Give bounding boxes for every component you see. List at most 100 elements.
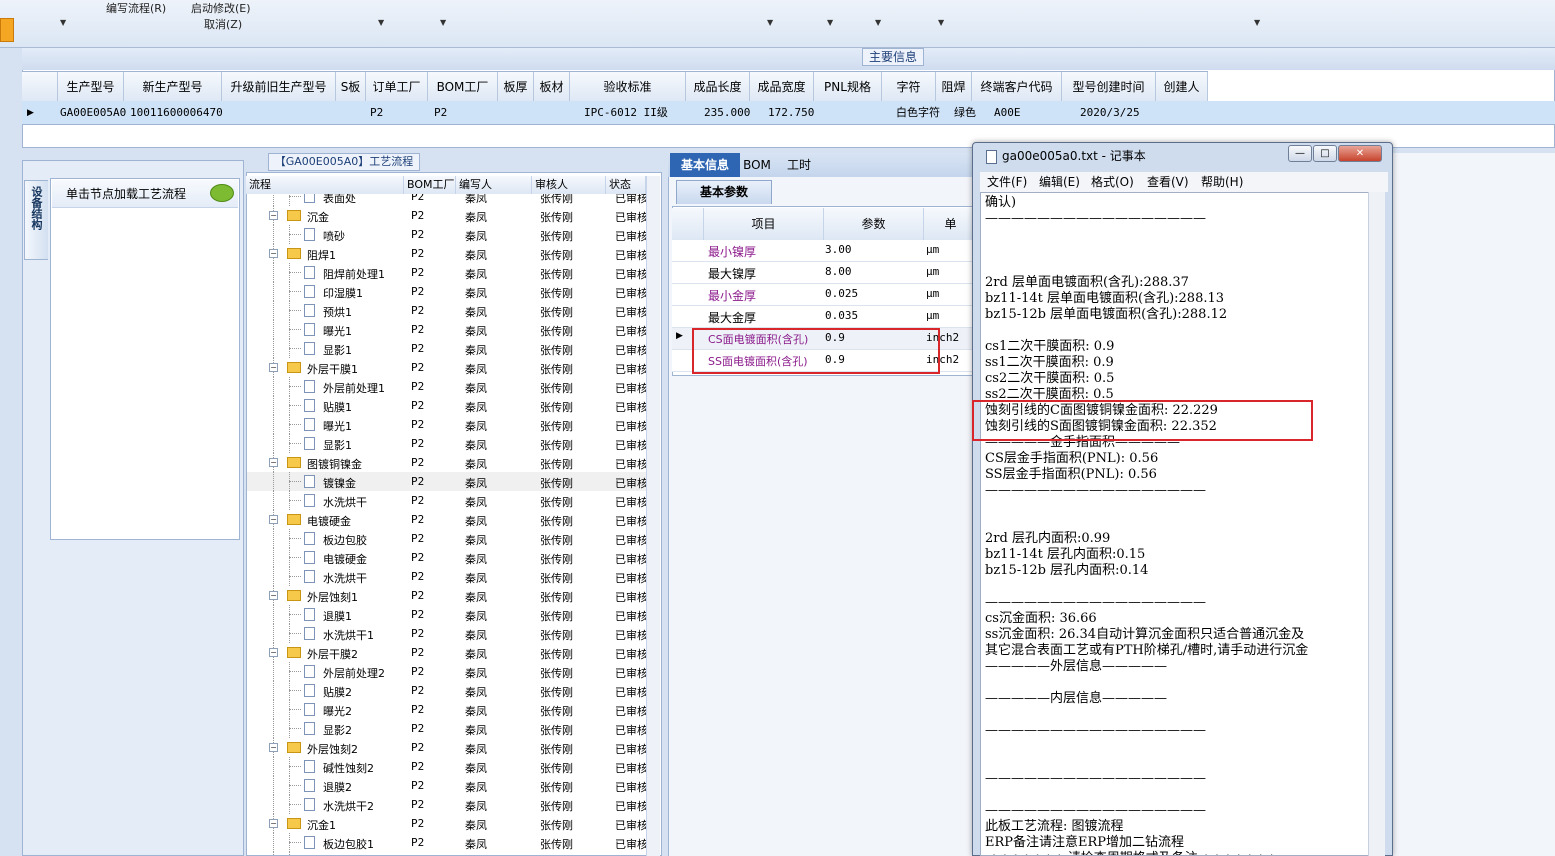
maximize-button[interactable]: □: [1313, 145, 1337, 162]
tree-row[interactable]: 预烘1 P2 秦凤 张传刚 已审核: [247, 301, 648, 320]
col-header[interactable]: S板: [336, 72, 366, 102]
cell-customer[interactable]: A00E: [994, 101, 1021, 125]
tree-row[interactable]: 显影1 P2 秦凤 张传刚 已审核: [247, 434, 648, 453]
tree-row[interactable]: 阻焊前处理1 P2 秦凤 张传刚 已审核: [247, 263, 648, 282]
col-header[interactable]: 阻焊: [936, 72, 972, 102]
dropdown-arrow-icon[interactable]: ▼: [60, 18, 66, 27]
cell-width[interactable]: 172.750: [768, 101, 814, 125]
tree-row[interactable]: 外层前处理1 P2 秦凤 张传刚 已审核: [247, 377, 648, 396]
tree-row[interactable]: 曝光1 P2 秦凤 张传刚 已审核: [247, 415, 648, 434]
cell-char[interactable]: 白色字符: [896, 101, 940, 125]
tree-row[interactable]: − 外层蚀刻2 P2 秦凤 张传刚 已审核: [247, 738, 648, 757]
param-col-header[interactable]: 单: [924, 208, 978, 240]
menu-start-modify[interactable]: 启动修改(E): [191, 0, 251, 16]
param-row[interactable]: 最小金厚 0.025 μm: [672, 284, 978, 306]
tree-row[interactable]: − 图镀铜镍金 P2 秦凤 张传刚 已审核: [247, 453, 648, 472]
tree-row[interactable]: − 外层蚀刻1 P2 秦凤 张传刚 已审核: [247, 586, 648, 605]
minimize-button[interactable]: —: [1288, 145, 1312, 162]
tree-row[interactable]: 镀镍金 P2 秦凤 张传刚 已审核: [247, 472, 648, 491]
cell-bom-factory[interactable]: P2: [434, 101, 447, 125]
param-col-header[interactable]: 项目: [704, 208, 824, 240]
tree-row[interactable]: 贴膜2 P2 秦凤 张传刚 已审核: [247, 681, 648, 700]
collapse-icon[interactable]: −: [269, 819, 278, 828]
tree-col-header[interactable]: 编写人: [456, 176, 532, 194]
tree-row[interactable]: 水洗烘干 P2 秦凤 张传刚 已审核: [247, 567, 648, 586]
col-header[interactable]: 创建人: [1156, 72, 1208, 102]
menu-edit[interactable]: 编辑(E): [1039, 172, 1080, 192]
dropdown-arrow-icon[interactable]: ▼: [938, 18, 944, 27]
collapse-icon[interactable]: −: [269, 363, 278, 372]
col-header[interactable]: 验收标准: [570, 72, 686, 102]
col-header[interactable]: 订单工厂: [366, 72, 428, 102]
cell-order-factory[interactable]: P2: [370, 101, 383, 125]
notepad-text-area[interactable]: 确认) ————————————————— 2rd 层单面电镀面积(含孔):288.…: [980, 192, 1369, 856]
collapse-icon[interactable]: −: [269, 211, 278, 220]
col-header[interactable]: 板厚: [498, 72, 534, 102]
tree-row[interactable]: 水洗烘干1 P2 秦凤 张传刚 已审核: [247, 624, 648, 643]
main-grid-row[interactable]: ▶ GA00E005A0 10011600006470 P2 P2 IPC-60…: [22, 101, 1555, 125]
tree-row[interactable]: − 电镀硬金 P2 秦凤 张传刚 已审核: [247, 510, 648, 529]
cell-length[interactable]: 235.000: [704, 101, 750, 125]
tree-col-header[interactable]: 审核人: [532, 176, 606, 194]
tree-row[interactable]: 退膜2 P2 秦凤 张传刚 已审核: [247, 776, 648, 795]
cell-prod-model[interactable]: GA00E005A0: [60, 101, 126, 125]
tab-basic-info[interactable]: 基本信息: [670, 153, 740, 177]
tree-row[interactable]: 外层前处理2 P2 秦凤 张传刚 已审核: [247, 662, 648, 681]
tree-row[interactable]: 退膜1 P2 秦凤 张传刚 已审核: [247, 605, 648, 624]
tab-bom[interactable]: BOM: [740, 153, 774, 177]
dropdown-arrow-icon[interactable]: ▼: [440, 18, 446, 27]
tree-row[interactable]: 喷砂 P2 秦凤 张传刚 已审核: [247, 225, 648, 244]
col-header[interactable]: 升级前旧生产型号: [222, 72, 336, 102]
tree-row[interactable]: − 阻焊1 P2 秦凤 张传刚 已审核: [247, 244, 648, 263]
collapse-icon[interactable]: −: [269, 458, 278, 467]
tree-col-header[interactable]: 流程: [246, 176, 404, 194]
col-header[interactable]: 板材: [534, 72, 570, 102]
cell-mask[interactable]: 绿色: [954, 101, 976, 125]
menu-help[interactable]: 帮助(H): [1201, 172, 1243, 192]
tree-row[interactable]: 板边包胶 P2 秦凤 张传刚 已审核: [247, 529, 648, 548]
collapse-icon[interactable]: −: [269, 648, 278, 657]
dropdown-arrow-icon[interactable]: ▼: [767, 18, 773, 27]
chat-bubble-icon[interactable]: [210, 184, 234, 202]
col-header[interactable]: 新生产型号: [124, 72, 222, 102]
tree-row[interactable]: − 外层干膜1 P2 秦凤 张传刚 已审核: [247, 358, 648, 377]
tab-hours[interactable]: 工时: [780, 153, 818, 177]
col-header[interactable]: PNL规格: [814, 72, 882, 102]
cell-created[interactable]: 2020/3/25: [1080, 101, 1140, 125]
cell-new-model[interactable]: 10011600006470: [130, 101, 223, 125]
close-button[interactable]: ✕: [1338, 145, 1382, 162]
tree-row[interactable]: 显影1 P2 秦凤 张传刚 已审核: [247, 339, 648, 358]
notepad-scrollbar[interactable]: [1368, 192, 1385, 856]
tree-row[interactable]: − 外层干膜2 P2 秦凤 张传刚 已审核: [247, 643, 648, 662]
tree-row[interactable]: − 沉金 P2 秦凤 张传刚 已审核: [247, 206, 648, 225]
tree-col-header[interactable]: 状态: [606, 176, 646, 194]
tree-row[interactable]: 曝光2 P2 秦凤 张传刚 已审核: [247, 700, 648, 719]
menu-cancel[interactable]: 取消(Z): [204, 16, 242, 32]
param-row[interactable]: 最大镍厚 8.00 μm: [672, 262, 978, 284]
col-header[interactable]: 生产型号: [58, 72, 124, 102]
collapse-icon[interactable]: −: [269, 515, 278, 524]
tree-row[interactable]: 曝光1 P2 秦凤 张传刚 已审核: [247, 320, 648, 339]
param-col-header[interactable]: 参数: [824, 208, 924, 240]
menu-format[interactable]: 格式(O): [1091, 172, 1134, 192]
dropdown-arrow-icon[interactable]: ▼: [875, 18, 881, 27]
param-row[interactable]: 最小镍厚 3.00 μm: [672, 240, 978, 262]
tree-row[interactable]: 水洗烘干 P2 秦凤 张传刚 已审核: [247, 491, 648, 510]
menu-view[interactable]: 查看(V): [1147, 172, 1189, 192]
cell-standard[interactable]: IPC-6012 II级: [584, 101, 668, 125]
menu-file[interactable]: 文件(F): [987, 172, 1027, 192]
tree-col-header[interactable]: BOM工厂: [404, 176, 456, 194]
collapse-icon[interactable]: −: [269, 591, 278, 600]
col-header[interactable]: 成品宽度: [750, 72, 814, 102]
dropdown-arrow-icon[interactable]: ▼: [1254, 18, 1260, 27]
col-header[interactable]: 型号创建时间: [1062, 72, 1156, 102]
collapse-icon[interactable]: −: [269, 743, 278, 752]
tree-row[interactable]: 显影2 P2 秦凤 张传刚 已审核: [247, 719, 648, 738]
tree-row[interactable]: − 沉金1 P2 秦凤 张传刚 已审核: [247, 814, 648, 833]
tree-row[interactable]: 板边包胶1 P2 秦凤 张传刚 已审核: [247, 833, 648, 852]
tree-scrollbar[interactable]: [646, 176, 660, 856]
tree-row[interactable]: 水洗烘干2 P2 秦凤 张传刚 已审核: [247, 795, 648, 814]
col-header[interactable]: 字符: [882, 72, 936, 102]
param-row[interactable]: 最大金厚 0.035 μm: [672, 306, 978, 328]
subtab-basic-params[interactable]: 基本参数: [676, 180, 772, 204]
